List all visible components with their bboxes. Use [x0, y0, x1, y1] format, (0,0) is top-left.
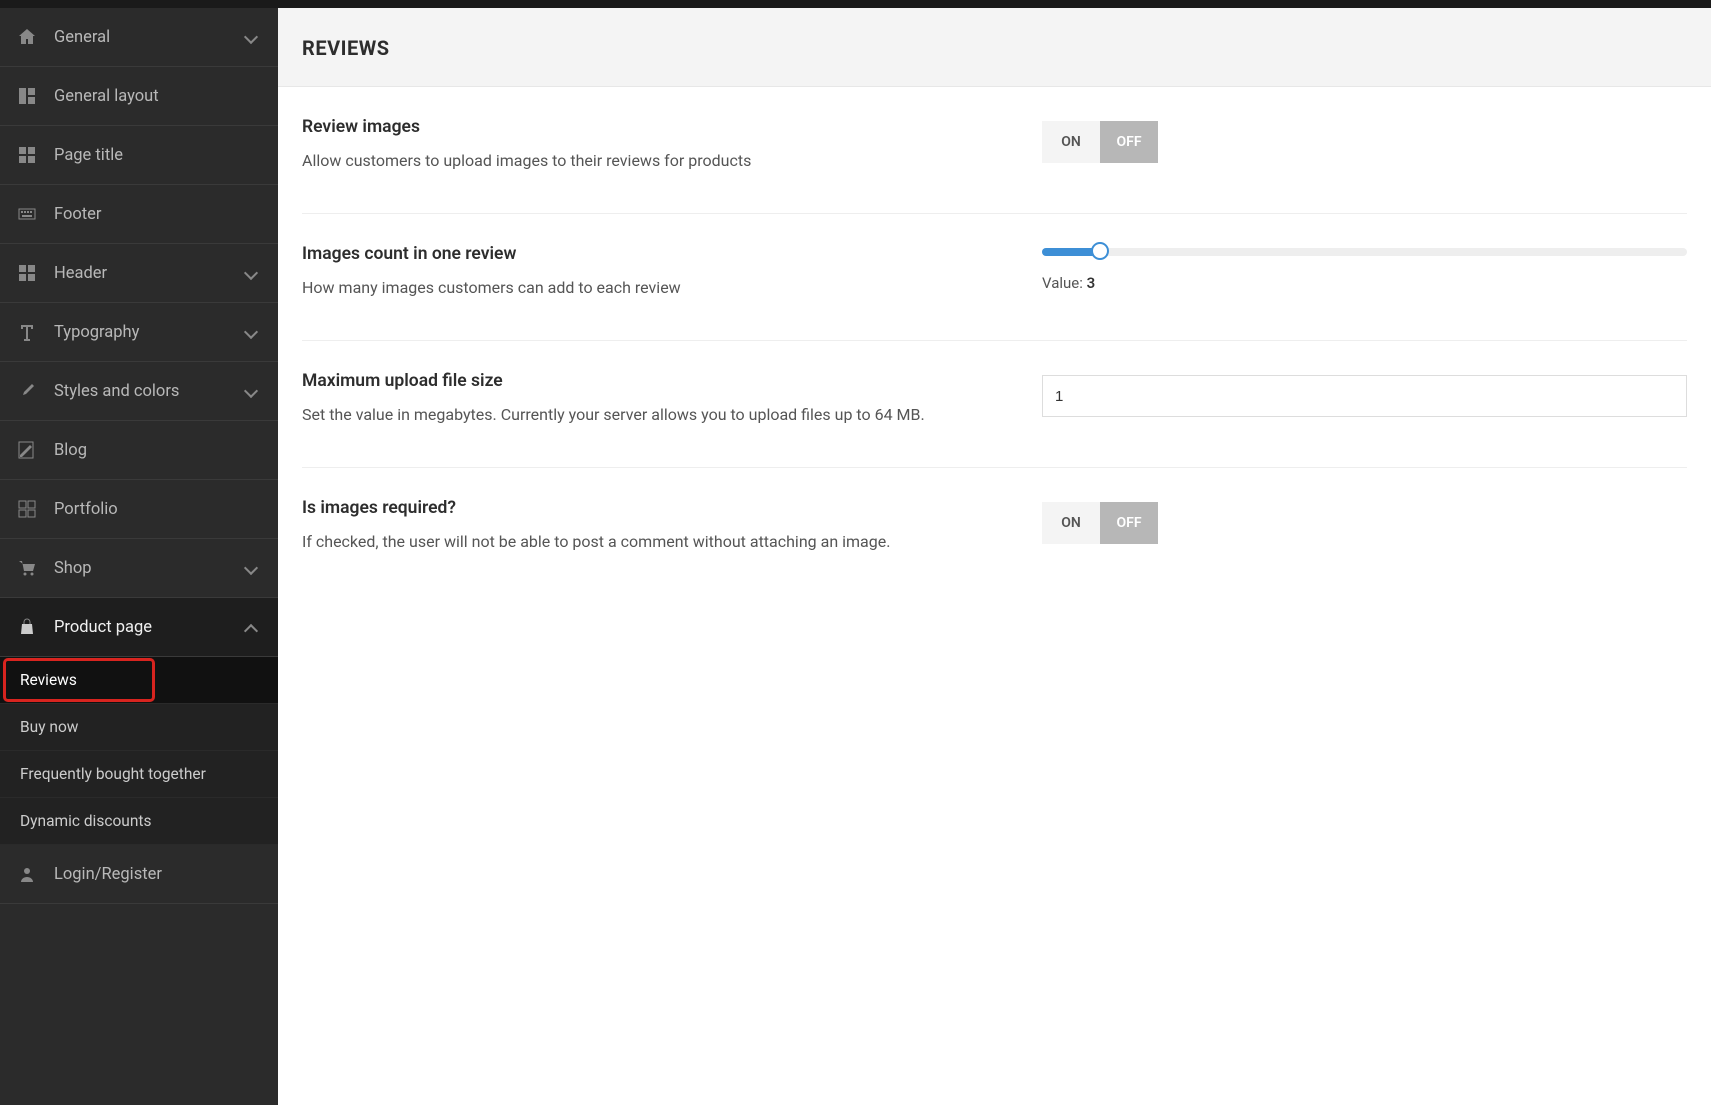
nav-item-header[interactable]: Header: [0, 244, 278, 303]
top-bar: [0, 0, 1711, 8]
toggle-on[interactable]: ON: [1042, 502, 1100, 544]
input-max-upload[interactable]: [1042, 375, 1687, 417]
setting-images-count: Images count in one review How many imag…: [302, 214, 1687, 341]
page-header: REVIEWS: [278, 8, 1711, 87]
slider-value-label: Value: 3: [1042, 274, 1687, 292]
nav-label: Shop: [54, 559, 92, 578]
setting-images-required: Is images required? If checked, the user…: [302, 468, 1687, 594]
sub-item-frequently-bought-together[interactable]: Frequently bought together: [0, 751, 278, 798]
keyboard-icon: [18, 205, 36, 223]
setting-title: Maximum upload file size: [302, 371, 1042, 391]
nav-item-shop[interactable]: Shop: [0, 539, 278, 598]
setting-title: Is images required?: [302, 498, 1042, 518]
nav-item-typography[interactable]: Typography: [0, 303, 278, 362]
slider-images-count[interactable]: Value: 3: [1042, 248, 1687, 292]
type-icon: [18, 323, 36, 341]
slider-thumb[interactable]: [1091, 242, 1109, 260]
main-content: REVIEWS Review images Allow customers to…: [278, 8, 1711, 1105]
toggle-on[interactable]: ON: [1042, 121, 1100, 163]
toggle-off[interactable]: OFF: [1100, 121, 1158, 163]
user-icon: [18, 865, 36, 883]
nav-item-login-register[interactable]: Login/Register: [0, 845, 278, 904]
grid-icon: [18, 264, 36, 282]
sub-item-reviews[interactable]: Reviews: [0, 657, 278, 704]
home-icon: [18, 28, 36, 46]
edit-icon: [18, 441, 36, 459]
setting-desc: Allow customers to upload images to thei…: [302, 149, 1042, 173]
setting-review-images: Review images Allow customers to upload …: [302, 87, 1687, 214]
setting-max-upload: Maximum upload file size Set the value i…: [302, 341, 1687, 468]
nav-item-page-title[interactable]: Page title: [0, 126, 278, 185]
brush-icon: [18, 382, 36, 400]
grid-icon: [18, 146, 36, 164]
setting-desc: How many images customers can add to eac…: [302, 276, 1042, 300]
layout-icon: [18, 87, 36, 105]
nav-label: Login/Register: [54, 865, 162, 884]
nav-label: General layout: [54, 87, 159, 106]
nav-item-portfolio[interactable]: Portfolio: [0, 480, 278, 539]
nav-item-blog[interactable]: Blog: [0, 421, 278, 480]
nav-label: Blog: [54, 441, 87, 460]
nav-label: Typography: [54, 323, 139, 342]
bag-icon: [18, 618, 36, 636]
nav-label: Styles and colors: [54, 382, 179, 401]
nav-item-general-layout[interactable]: General layout: [0, 67, 278, 126]
toggle-images-required[interactable]: ON OFF: [1042, 502, 1158, 544]
cart-icon: [18, 559, 36, 577]
squares-icon: [18, 500, 36, 518]
setting-desc: If checked, the user will not be able to…: [302, 530, 1042, 554]
sidebar: General General layout Page title Footer Hea…: [0, 8, 278, 1105]
nav-label: Page title: [54, 146, 123, 165]
nav-item-footer[interactable]: Footer: [0, 185, 278, 244]
sub-item-dynamic-discounts[interactable]: Dynamic discounts: [0, 798, 278, 845]
page-title: REVIEWS: [302, 36, 1687, 60]
setting-title: Review images: [302, 117, 1042, 137]
setting-desc: Set the value in megabytes. Currently yo…: [302, 403, 1042, 427]
nav-item-product-page[interactable]: Product page: [0, 598, 278, 657]
setting-title: Images count in one review: [302, 244, 1042, 264]
toggle-off[interactable]: OFF: [1100, 502, 1158, 544]
nav-label: Product page: [54, 618, 152, 637]
nav-label: Portfolio: [54, 500, 118, 519]
nav-item-general[interactable]: General: [0, 8, 278, 67]
nav-item-styles-and-colors[interactable]: Styles and colors: [0, 362, 278, 421]
nav-label: Header: [54, 264, 107, 283]
sub-item-buy-now[interactable]: Buy now: [0, 704, 278, 751]
nav-label: Footer: [54, 205, 102, 224]
toggle-review-images[interactable]: ON OFF: [1042, 121, 1158, 163]
nav-label: General: [54, 28, 110, 47]
